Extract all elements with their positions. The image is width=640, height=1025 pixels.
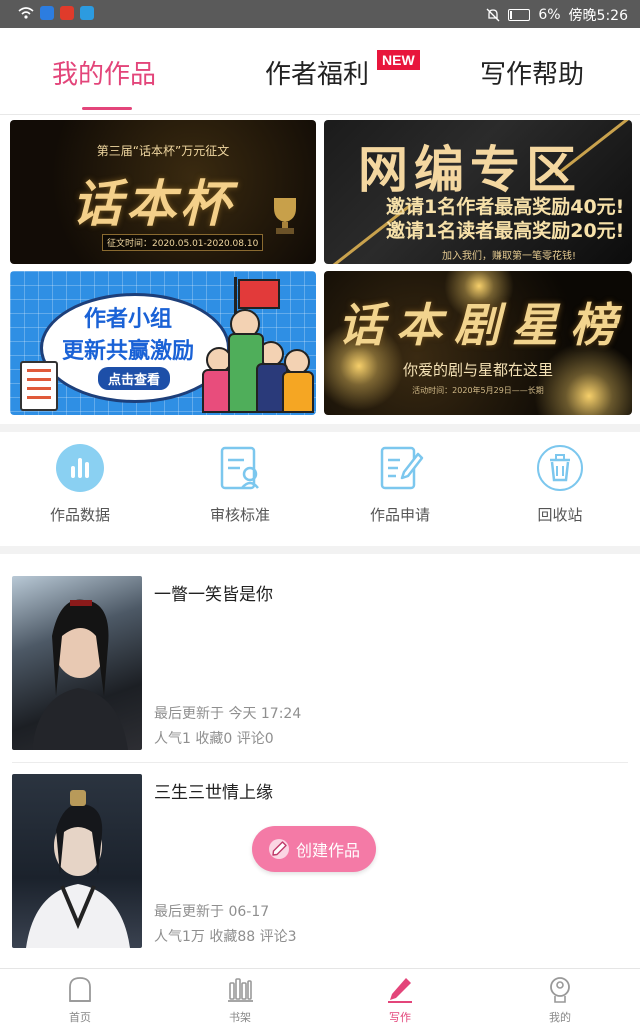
banner-line: 邀请1名作者最高奖励40元! <box>386 196 625 218</box>
banner-subtitle: 更新共赢激励 <box>62 339 195 364</box>
trophy-icon <box>274 198 296 234</box>
work-stats: 人气1 收藏0 评论0 <box>154 731 274 747</box>
battery-percent: 6% <box>538 7 561 23</box>
nav-write[interactable]: 写作 <box>360 975 440 1025</box>
checklist-icon <box>20 361 58 411</box>
banner-date: 活动时间：2020年5月29日——长期 <box>412 386 544 395</box>
tab-writing-help[interactable]: 写作帮助 <box>480 54 584 91</box>
banner-huaben-cup[interactable]: 第三届“话本杯”万元征文 话本杯 征文时间：2020.05.01-2020.08… <box>10 120 316 264</box>
banner-caption: 加入我们，赚取第一笔零花钱! <box>442 251 577 262</box>
pen-icon <box>388 978 412 1003</box>
nav-profile[interactable]: 我的 <box>520 975 600 1025</box>
create-work-button[interactable]: 创建作品 <box>252 826 376 872</box>
bottom-navigation: 首页 书架 写作 我的 <box>0 968 640 1025</box>
nav-label: 书架 <box>229 1011 251 1024</box>
tool-work-application[interactable]: 作品申请 <box>340 444 460 525</box>
tool-recycle-bin[interactable]: 回收站 <box>500 444 620 525</box>
trash-icon <box>536 444 584 492</box>
banner-subtitle: 你爱的剧与星都在这里 <box>402 361 553 379</box>
tool-review-standard[interactable]: 审核标准 <box>180 444 300 525</box>
status-bar: 6% 傍晚5:26 <box>0 0 640 28</box>
banner-subtitle: 第三届“话本杯”万元征文 <box>96 144 230 158</box>
work-title: 三生三世情上缘 <box>154 783 273 803</box>
nav-label: 写作 <box>389 1011 411 1024</box>
banner-grid: 第三届“话本杯”万元征文 话本杯 征文时间：2020.05.01-2020.08… <box>10 120 632 416</box>
author-tools: 作品数据 审核标准 作品申请 回收站 <box>0 432 640 544</box>
tool-label: 审核标准 <box>209 506 270 524</box>
tab-my-works[interactable]: 我的作品 <box>52 54 156 91</box>
banner-title: 作者小组 <box>84 307 173 332</box>
work-updated: 最后更新于 今天 17:24 <box>154 706 302 722</box>
banner-date: 征文时间：2020.05.01-2020.08.10 <box>102 234 264 251</box>
active-tab-indicator <box>82 107 132 110</box>
status-right: 6% 傍晚5:26 <box>486 5 628 25</box>
nav-label: 首页 <box>69 1011 91 1024</box>
create-work-label: 创建作品 <box>295 841 360 860</box>
section-divider <box>0 424 640 432</box>
mute-bell-icon <box>486 8 500 22</box>
work-stats: 人气1万 收藏88 评论3 <box>154 929 297 945</box>
battery-icon <box>508 9 531 21</box>
profile-icon <box>550 977 570 1003</box>
banner-view-button[interactable]: 点击查看 <box>98 367 171 390</box>
banner-title: 话本剧星榜 <box>338 298 628 352</box>
bar-chart-icon <box>56 444 104 492</box>
work-cover <box>12 576 142 750</box>
banner-web-editor[interactable]: 网编专区 邀请1名作者最高奖励40元! 邀请1名读者最高奖励20元! 加入我们，… <box>324 120 632 264</box>
tab-author-benefits[interactable]: 作者福利 <box>265 54 369 91</box>
banner-author-group[interactable]: 作者小组 更新共赢激励 点击查看 <box>10 271 316 415</box>
nav-bookshelf[interactable]: 书架 <box>200 975 280 1025</box>
edit-document-icon <box>376 444 424 492</box>
work-updated: 最后更新于 06-17 <box>154 904 270 920</box>
tool-label: 作品数据 <box>49 506 110 524</box>
app-notification-icon <box>80 6 94 20</box>
work-title: 一瞥一笑皆是你 <box>154 585 273 605</box>
flag-icon <box>238 279 280 309</box>
status-icons <box>18 6 94 20</box>
new-badge: NEW <box>377 50 420 70</box>
tool-work-data[interactable]: 作品数据 <box>20 444 140 525</box>
banner-line: 邀请1名读者最高奖励20元! <box>386 220 625 242</box>
list-divider <box>12 762 628 763</box>
work-cover <box>12 774 142 948</box>
pencil-icon <box>268 839 289 859</box>
banner-title: 话本杯 <box>72 174 234 233</box>
bookshelf-icon <box>228 978 253 1002</box>
wifi-icon <box>18 7 34 19</box>
work-item[interactable]: 一瞥一笑皆是你 最后更新于 今天 17:24 人气1 收藏0 评论0 <box>0 566 640 762</box>
tool-label: 作品申请 <box>369 506 430 524</box>
app-notification-icon <box>60 6 74 20</box>
tool-label: 回收站 <box>537 506 583 524</box>
nav-label: 我的 <box>549 1011 571 1024</box>
app-notification-icon <box>40 6 54 20</box>
clock: 傍晚5:26 <box>568 8 628 24</box>
top-tabs: 我的作品 作者福利 NEW 写作帮助 <box>0 28 640 115</box>
banner-drama-stars[interactable]: 话本剧星榜 你爱的剧与星都在这里 活动时间：2020年5月29日——长期 <box>324 271 632 415</box>
home-icon <box>69 977 91 1002</box>
review-icon <box>216 444 264 492</box>
nav-home[interactable]: 首页 <box>40 975 120 1025</box>
section-divider <box>0 546 640 554</box>
